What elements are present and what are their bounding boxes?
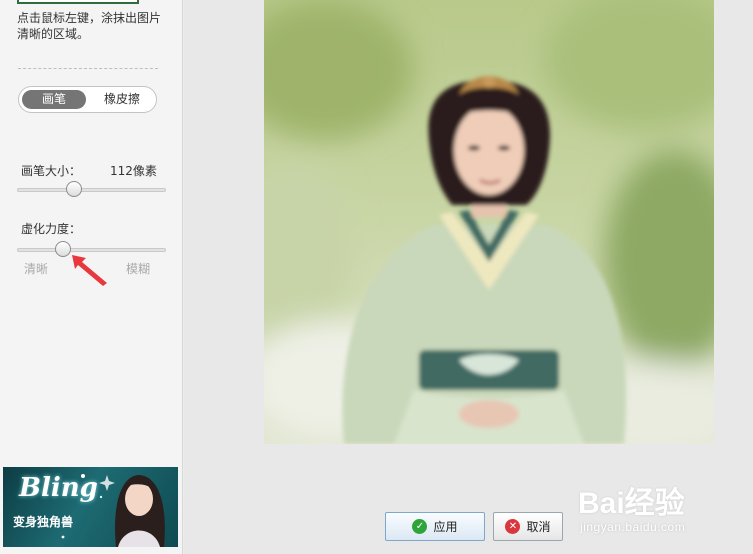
photo-image bbox=[264, 0, 714, 444]
cancel-button[interactable]: ✕ 取消 bbox=[493, 512, 563, 541]
apply-button-label: 应用 bbox=[433, 520, 458, 534]
red-arrow-icon bbox=[72, 255, 107, 286]
ad-model-image bbox=[114, 475, 165, 547]
cancel-button-label: 取消 bbox=[526, 520, 551, 534]
watermark: Bai经验 jingyan.baidu.com bbox=[578, 474, 748, 544]
hint-text: 点击鼠标左键，涂抹出图片清晰的区域。 bbox=[17, 11, 162, 41]
photo-canvas[interactable] bbox=[264, 0, 714, 444]
ad-title: Bling bbox=[19, 473, 98, 503]
apply-button[interactable]: ✓ 应用 bbox=[385, 512, 485, 541]
brush-size-slider-thumb[interactable] bbox=[65, 181, 82, 197]
mode-toggle: 画笔 橡皮擦 bbox=[18, 86, 157, 113]
ad-subtitle: 变身独角兽 bbox=[13, 515, 74, 529]
watermark-url: jingyan.baidu.com bbox=[580, 520, 686, 534]
brush-size-label: 画笔大小： bbox=[21, 164, 82, 178]
blur-min-label: 清晰 bbox=[24, 262, 49, 276]
blur-strength-label: 虚化力度： bbox=[21, 222, 82, 236]
check-icon: ✓ bbox=[412, 519, 428, 534]
divider bbox=[18, 68, 158, 69]
brush-size-value: 112像素 bbox=[110, 164, 157, 178]
ad-banner[interactable]: Bling 变身独角兽 bbox=[3, 467, 178, 547]
eraser-mode-button[interactable]: 橡皮擦 bbox=[91, 90, 153, 109]
blur-strength-slider-thumb[interactable] bbox=[55, 241, 72, 257]
brush-size-slider-track[interactable] bbox=[17, 188, 166, 192]
main-canvas-area bbox=[184, 0, 753, 554]
watermark-logo: Bai经验 bbox=[578, 487, 685, 520]
top-frame-edge bbox=[17, 0, 139, 4]
blur-max-label: 模糊 bbox=[126, 262, 151, 276]
close-icon: ✕ bbox=[505, 519, 521, 534]
brush-mode-button[interactable]: 画笔 bbox=[22, 90, 86, 109]
blur-strength-slider-track[interactable] bbox=[17, 248, 166, 252]
left-panel: 点击鼠标左键，涂抹出图片清晰的区域。 画笔 橡皮擦 画笔大小： 112像素 虚化… bbox=[0, 0, 183, 554]
